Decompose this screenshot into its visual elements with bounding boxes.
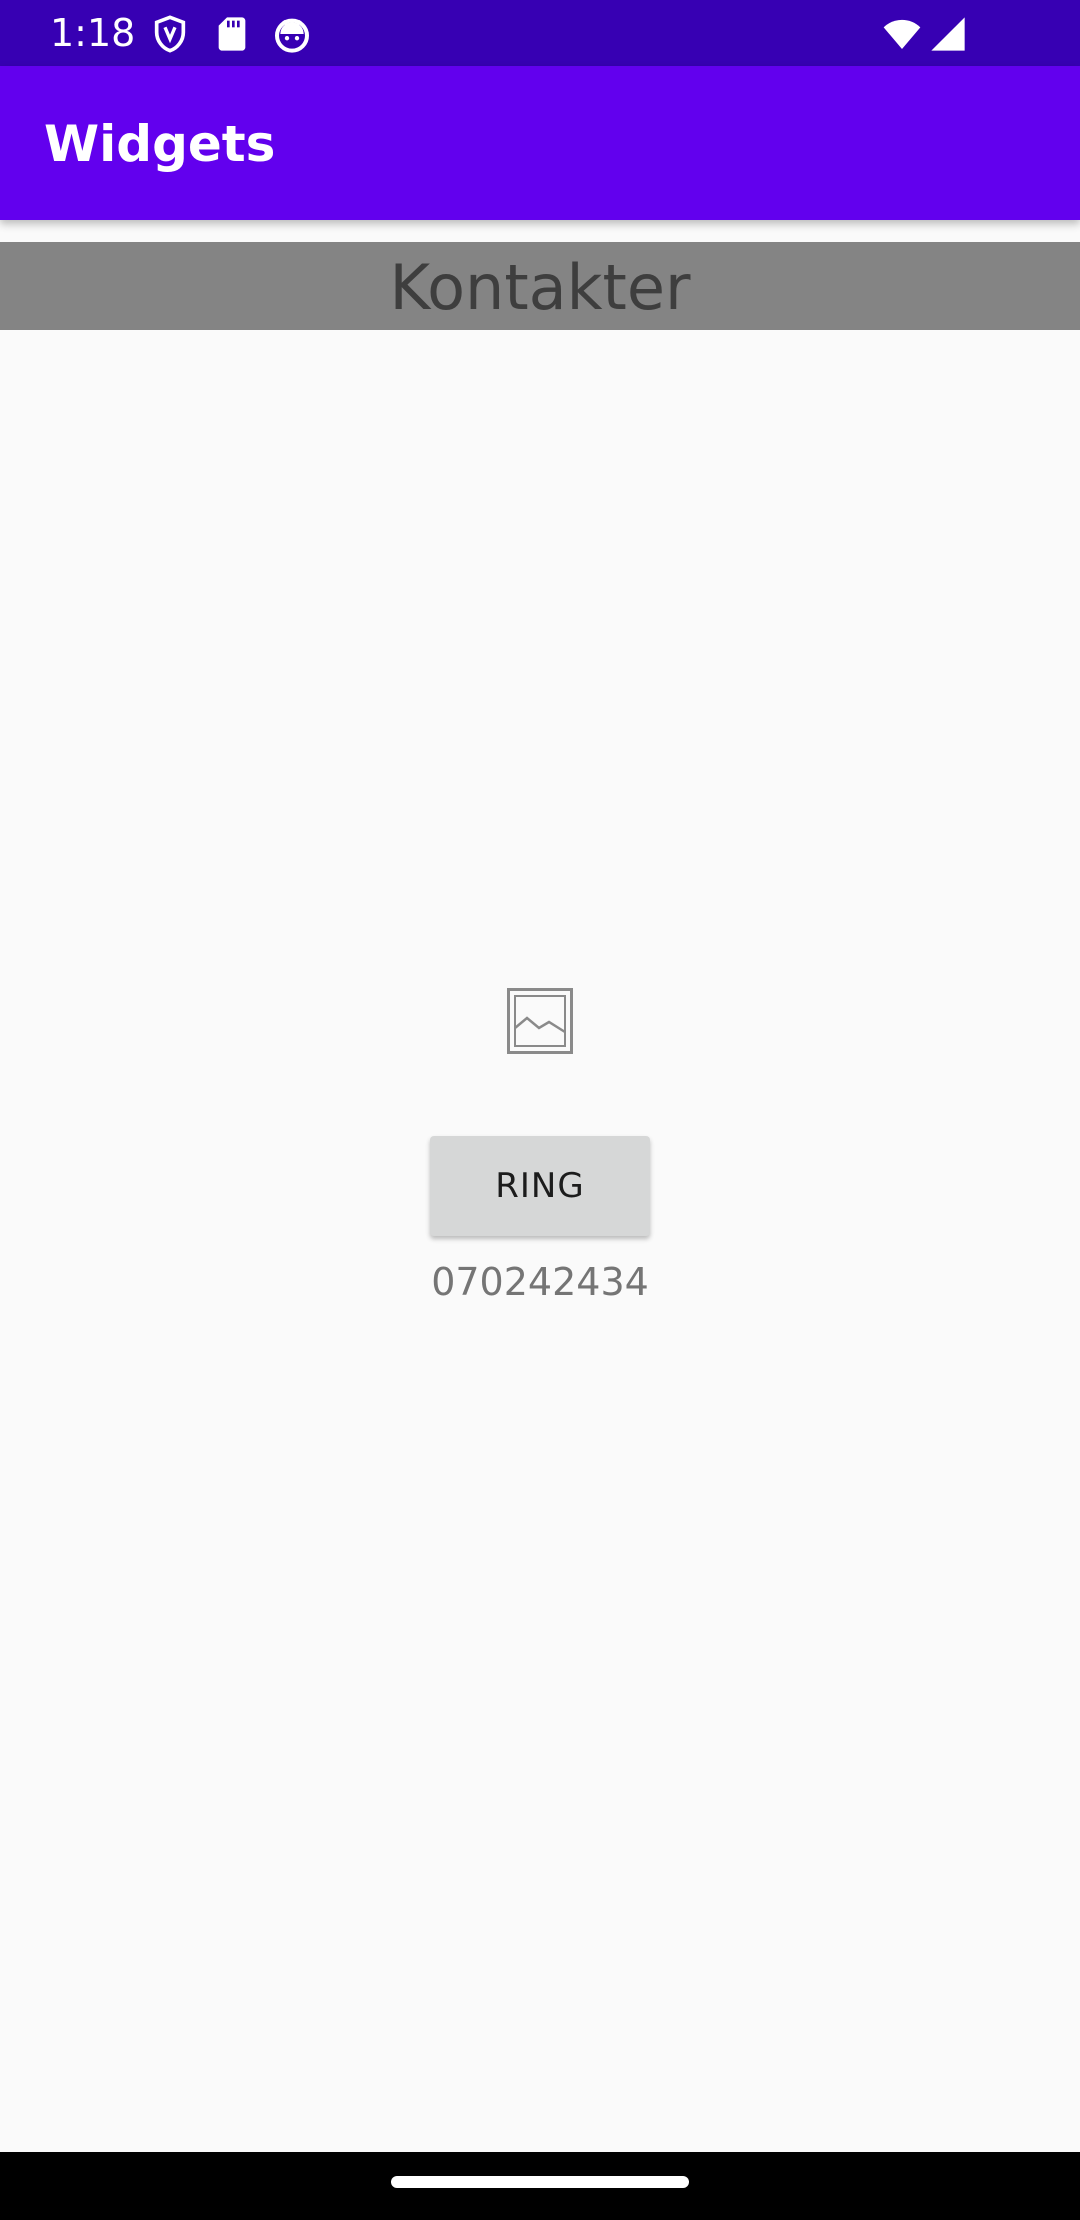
image-placeholder-icon [507, 988, 573, 1054]
cellular-signal-icon [931, 17, 965, 51]
app-bar: Widgets [0, 66, 1080, 220]
contacts-header: Kontakter [0, 242, 1080, 330]
call-button[interactable]: RING [430, 1136, 650, 1236]
sd-card-icon [218, 17, 246, 51]
wifi-icon [883, 19, 921, 49]
home-gesture-handle[interactable] [391, 2176, 689, 2188]
status-time: 1:18 [50, 11, 136, 55]
shield-icon [154, 15, 186, 53]
status-bar: 1:18 [0, 0, 1080, 66]
android-debug-icon [275, 18, 309, 53]
contacts-header-title: Kontakter [389, 251, 691, 324]
phone-number: 070242434 [431, 1260, 649, 1304]
app-title: Widgets [44, 115, 276, 173]
